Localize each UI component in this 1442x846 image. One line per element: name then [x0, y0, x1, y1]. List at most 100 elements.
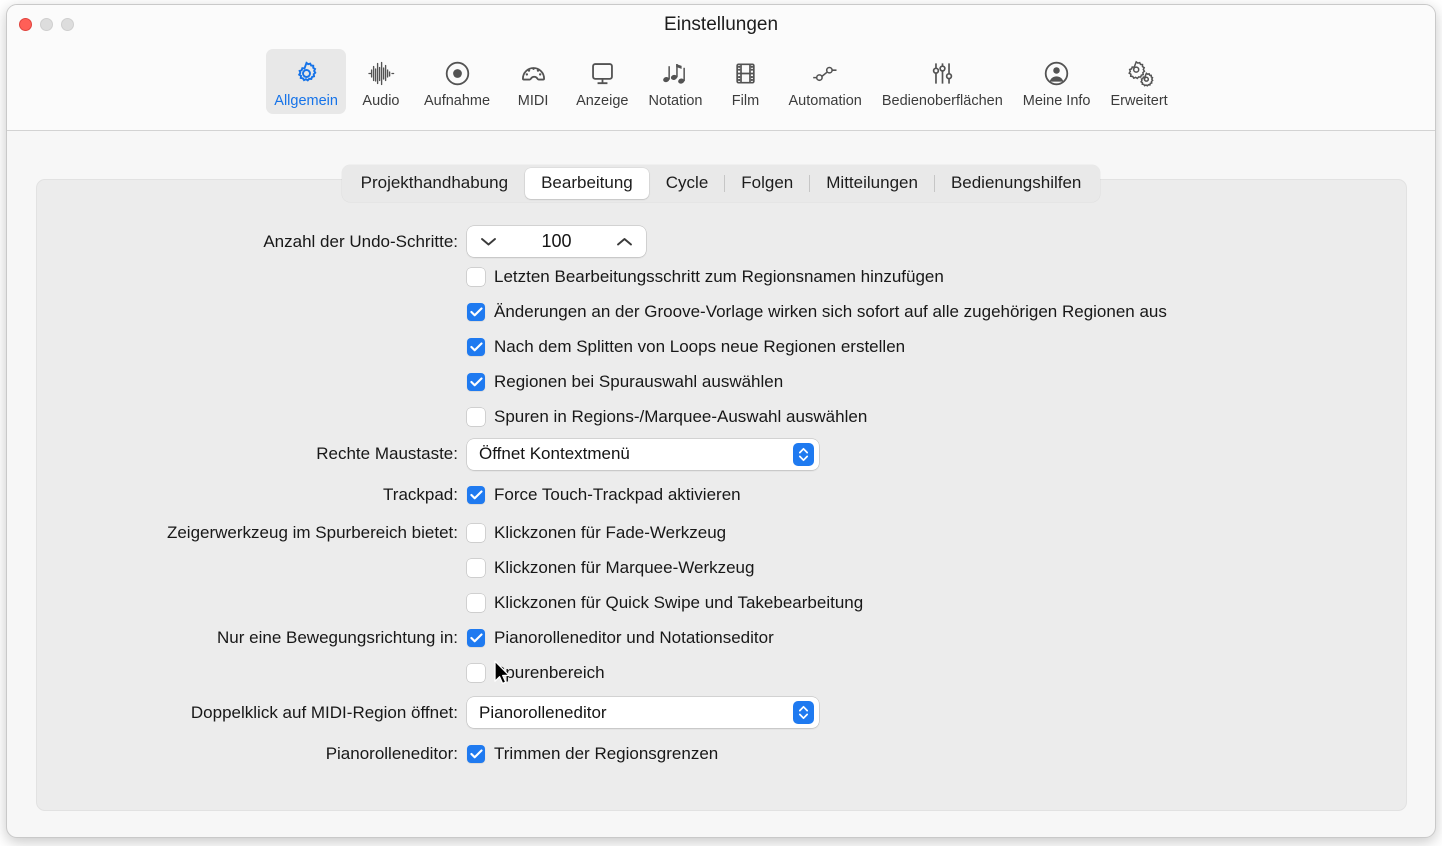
checkbox-box-checked-icon[interactable] — [467, 628, 485, 647]
right-mouse-popup-button[interactable]: Öffnet Kontextmenü — [467, 438, 819, 470]
tab-bedienungshilfen[interactable]: Bedienungshilfen — [935, 168, 1097, 199]
tab-bearbeitung[interactable]: Bearbeitung — [525, 168, 649, 199]
checkbox-box-unchecked-icon[interactable] — [467, 593, 485, 612]
toolbar-item-label: Audio — [362, 93, 400, 109]
checkbox-label: Trimmen der Regionsgrenzen — [494, 744, 719, 763]
toolbar-item-bedienoberflaechen[interactable]: Bedienoberflächen — [874, 49, 1011, 114]
tab-projekthandhabung[interactable]: Projekthandhabung — [345, 168, 524, 199]
toolbar-item-erweitert[interactable]: Erweitert — [1103, 49, 1176, 114]
toolbar-item-aufnahme[interactable]: Aufnahme — [416, 49, 498, 114]
midi-connector-icon — [520, 55, 547, 91]
row-trackpad: Trackpad: Force Touch-Trackpad aktiviere… — [37, 474, 1406, 515]
checkbox-label: Force Touch-Trackpad aktivieren — [494, 484, 741, 504]
toolbar-item-automation[interactable]: Automation — [780, 49, 869, 114]
up-down-chevron-icon[interactable] — [793, 701, 814, 724]
toolbar-item-anzeige[interactable]: Anzeige — [568, 49, 636, 114]
right-mouse-label: Rechte Maustaste: — [316, 444, 458, 463]
checkbox-trim-region-borders[interactable]: Trimmen der Regionsgrenzen — [467, 744, 718, 764]
checkbox-label: Klickzonen für Fade-Werkzeug — [494, 522, 727, 542]
up-down-chevron-icon[interactable] — [793, 442, 814, 466]
checkbox-force-touch[interactable]: Force Touch-Trackpad aktivieren — [467, 485, 741, 505]
toolbar-item-label: Automation — [788, 93, 862, 109]
chevron-down-icon[interactable] — [480, 236, 497, 247]
row-single-direction-tracks: Spurenbereich — [37, 655, 1406, 690]
checkbox-box-unchecked-icon[interactable] — [467, 663, 485, 682]
tab-label: Bearbeitung — [541, 173, 633, 192]
checkbox-box-checked-icon[interactable] — [467, 372, 485, 391]
checkbox-fade-tool-clickzones[interactable]: Klickzonen für Fade-Werkzeug — [467, 523, 726, 543]
pointer-tool-label: Zeigerwerkzeug im Spurbereich bietet: — [166, 522, 458, 542]
preferences-toolbar: Allgemein Audio Aufnahme MIDI Anzeige No… — [7, 49, 1435, 114]
checkbox-label: Regionen bei Spurauswahl auswählen — [494, 371, 784, 391]
checkbox-quickswipe-clickzones[interactable]: Klickzonen für Quick Swipe und Takebearb… — [467, 593, 863, 613]
double-click-label: Doppelklick auf MIDI-Region öffnet: — [190, 702, 458, 722]
window-title: Einstellungen — [663, 14, 779, 35]
tab-folgen[interactable]: Folgen — [725, 168, 809, 199]
tab-label: Cycle — [665, 173, 709, 192]
checkbox-label: Pianorolleneditor und Notationseditor — [494, 627, 774, 647]
undo-steps-stepper[interactable]: 100 — [467, 226, 646, 257]
checkbox-box-checked-icon[interactable] — [467, 485, 485, 504]
toolbar-item-label: Erweitert — [1110, 93, 1168, 109]
settings-panel: Anzahl der Undo-Schritte: 100 Letzten Be… — [36, 179, 1407, 811]
checkbox-label: Nach dem Splitten von Loops neue Regione… — [494, 336, 906, 356]
row-pianoroll: Pianorolleneditor: Trimmen der Regionsgr… — [37, 735, 1406, 773]
toolbar-item-audio[interactable]: Audio — [350, 49, 412, 114]
checkbox-groove-template[interactable]: Änderungen an der Groove-Vorlage wirken … — [467, 302, 1167, 322]
row-pointer-tool-quickswipe: Klickzonen für Quick Swipe und Takebearb… — [37, 585, 1406, 620]
chevron-up-icon[interactable] — [616, 236, 633, 247]
toolbar-item-label: Bedienoberflächen — [881, 93, 1003, 109]
checkbox-select-regions[interactable]: Regionen bei Spurauswahl auswählen — [467, 372, 783, 392]
checkbox-box-unchecked-icon[interactable] — [467, 523, 485, 542]
settings-tabbar: Projekthandhabung Bearbeitung Cycle Folg… — [7, 165, 1435, 202]
row-undo-steps: Anzahl der Undo-Schritte: 100 — [37, 224, 1406, 259]
undo-steps-value: 100 — [541, 231, 572, 251]
settings-rows: Anzahl der Undo-Schritte: 100 Letzten Be… — [37, 224, 1406, 773]
row-groove-template: Änderungen an der Groove-Vorlage wirken … — [37, 294, 1406, 329]
music-notes-icon — [661, 55, 690, 91]
toolbar-item-midi[interactable]: MIDI — [502, 49, 564, 114]
row-select-tracks: Spuren in Regions-/Marquee-Auswahl auswä… — [37, 399, 1406, 434]
undo-steps-label: Anzahl der Undo-Schritte: — [263, 231, 458, 251]
toolbar-item-meine-info[interactable]: Meine Info — [1015, 49, 1099, 114]
titlebar: Einstellungen Allgemein Audio Aufnahme M… — [7, 5, 1435, 131]
record-circle-icon — [444, 55, 471, 91]
sliders-icon — [929, 55, 956, 91]
pianoroll-label: Pianorolleneditor: — [325, 744, 458, 763]
tab-label: Mitteilungen — [826, 173, 918, 192]
checkbox-marquee-tool-clickzones[interactable]: Klickzonen für Marquee-Werkzeug — [467, 558, 754, 578]
toolbar-item-allgemein[interactable]: Allgemein — [266, 49, 346, 114]
tab-cycle[interactable]: Cycle — [650, 168, 725, 199]
row-pointer-tool-fade: Zeigerwerkzeug im Spurbereich bietet: Kl… — [37, 515, 1406, 550]
toolbar-item-label: MIDI — [517, 93, 549, 109]
user-circle-icon — [1043, 55, 1070, 91]
toolbar-item-label: Anzeige — [576, 93, 629, 109]
row-double-click-midi: Doppelklick auf MIDI-Region öffnet: Pian… — [37, 690, 1406, 735]
toolbar-item-label: Meine Info — [1022, 93, 1091, 109]
row-add-last-edit-step: Letzten Bearbeitungsschritt zum Regionsn… — [37, 259, 1406, 294]
checkbox-box-unchecked-icon[interactable] — [467, 558, 485, 577]
toolbar-item-notation[interactable]: Notation — [640, 49, 710, 114]
double-click-popup-button[interactable]: Pianorolleneditor — [467, 697, 819, 728]
checkbox-box-checked-icon[interactable] — [467, 745, 485, 763]
checkbox-label: Änderungen an der Groove-Vorlage wirken … — [494, 301, 1167, 321]
checkbox-add-last-edit-step[interactable]: Letzten Bearbeitungsschritt zum Regionsn… — [467, 267, 944, 287]
checkbox-box-unchecked-icon[interactable] — [467, 407, 485, 426]
checkbox-pianoroll-notation-editor[interactable]: Pianorolleneditor und Notationseditor — [467, 628, 774, 648]
checkbox-box-checked-icon[interactable] — [467, 337, 485, 356]
row-right-mouse: Rechte Maustaste: Öffnet Kontextmenü — [37, 434, 1406, 474]
checkbox-spurenbereich[interactable]: Spurenbereich — [467, 663, 605, 683]
checkbox-box-unchecked-icon[interactable] — [467, 267, 485, 286]
tab-group: Projekthandhabung Bearbeitung Cycle Folg… — [341, 165, 1101, 202]
settings-window: Einstellungen Allgemein Audio Aufnahme M… — [6, 4, 1436, 838]
tab-mitteilungen[interactable]: Mitteilungen — [810, 168, 934, 199]
toolbar-item-film[interactable]: Film — [714, 49, 776, 114]
row-single-direction-editors: Nur eine Bewegungsrichtung in: Pianoroll… — [37, 620, 1406, 655]
checkbox-split-loops[interactable]: Nach dem Splitten von Loops neue Regione… — [467, 337, 905, 357]
gear-icon — [293, 55, 320, 91]
tab-label: Projekthandhabung — [360, 173, 509, 192]
checkbox-select-tracks[interactable]: Spuren in Regions-/Marquee-Auswahl auswä… — [467, 407, 867, 427]
toolbar-item-label: Aufnahme — [423, 93, 491, 109]
single-direction-label: Nur eine Bewegungsrichtung in: — [217, 627, 458, 647]
checkbox-box-checked-icon[interactable] — [467, 302, 485, 321]
